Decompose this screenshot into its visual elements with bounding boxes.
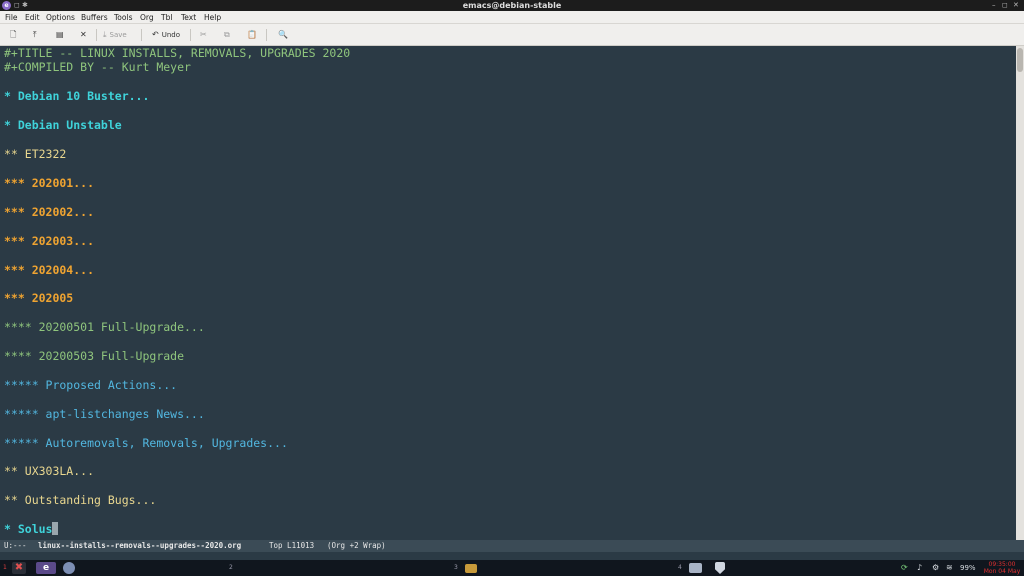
window-thumbnail-icon[interactable]: [689, 563, 702, 573]
org-heading-level-1[interactable]: * Debian Unstable: [4, 118, 122, 132]
menu-options[interactable]: Options: [46, 11, 75, 24]
menu-org[interactable]: Org: [140, 11, 154, 24]
search-button[interactable]: 🔍: [278, 29, 291, 41]
save-icon: ⤓: [103, 30, 107, 39]
minibuffer[interactable]: [0, 552, 1024, 560]
window-titlebar: e ◻ ✱ emacs@debian-stable – ◻ ✕: [0, 0, 1024, 11]
org-heading-level-3[interactable]: *** 202002...: [4, 205, 94, 219]
toolbar-separator: [190, 29, 191, 41]
clock-time: 09:35:00: [988, 561, 1016, 568]
workspace-4-label[interactable]: 4: [678, 560, 682, 576]
org-heading-level-5[interactable]: ***** apt-listchanges News...: [4, 407, 205, 421]
taskbar: 1 ✖ e 2 3 4 ⟳ ♪ ⚙ ≋ 99% 09:35:00 Mon 04 …: [0, 560, 1024, 576]
copy-icon: ⧉: [224, 30, 230, 39]
close-buffer-button[interactable]: ✕: [80, 29, 90, 41]
toolbar-separator: [266, 29, 267, 41]
battery-level[interactable]: 99%: [960, 560, 976, 576]
dired-icon: ▤: [56, 30, 64, 39]
undo-label: Undo: [161, 31, 180, 39]
paste-icon: 📋: [247, 30, 257, 39]
cut-icon: ✂: [200, 30, 207, 39]
org-heading-level-4[interactable]: **** 20200501 Full-Upgrade...: [4, 320, 205, 334]
window-title: emacs@debian-stable: [462, 1, 562, 10]
close-buffer-icon: ✕: [80, 30, 87, 39]
emacs-task-icon[interactable]: e: [36, 562, 56, 574]
menu-file[interactable]: File: [5, 11, 18, 24]
menu-text[interactable]: Text: [181, 11, 196, 24]
clock-date: Mon 04 May: [983, 568, 1021, 575]
wifi-icon[interactable]: ≋: [946, 560, 953, 576]
open-file-button[interactable]: ⤒: [33, 29, 40, 41]
minimize-button[interactable]: –: [992, 0, 996, 11]
save-label: Save: [109, 31, 127, 39]
menu-tbl[interactable]: Tbl: [161, 11, 172, 24]
menu-help[interactable]: Help: [204, 11, 221, 24]
paste-button[interactable]: 📋: [247, 29, 260, 41]
org-heading-level-3[interactable]: *** 202001...: [4, 176, 94, 190]
org-heading-level-1[interactable]: * Debian 10 Buster...: [4, 89, 149, 103]
maximize-button[interactable]: ◻: [1002, 0, 1008, 11]
search-icon: 🔍: [278, 30, 288, 39]
modeline-position: Top L11013: [269, 541, 315, 550]
org-heading-level-3[interactable]: *** 202003...: [4, 234, 94, 248]
tool-bar: 🗋 ⤒ ▤ ✕ ⤓ Save ↶ Undo ✂ ⧉ 📋 🔍: [0, 24, 1024, 46]
org-heading-level-5[interactable]: ***** Proposed Actions...: [4, 378, 177, 392]
menu-tools[interactable]: Tools: [114, 11, 132, 24]
xfce-menu-icon[interactable]: ✖: [12, 562, 26, 574]
vertical-scrollbar[interactable]: [1016, 46, 1024, 540]
org-heading-level-3[interactable]: *** 202004...: [4, 263, 94, 277]
copy-button[interactable]: ⧉: [224, 29, 233, 41]
mode-line: U:--- linux--installs--removals--upgrade…: [0, 540, 1024, 552]
org-heading-level-4[interactable]: **** 20200503 Full-Upgrade: [4, 349, 184, 363]
org-heading-level-5[interactable]: ***** Autoremovals, Removals, Upgrades..…: [4, 436, 288, 450]
shield-icon[interactable]: [715, 562, 725, 574]
modeline-status: U:---: [4, 541, 27, 550]
org-heading-level-3[interactable]: *** 202005: [4, 291, 73, 305]
open-file-icon: ⤒: [33, 30, 37, 39]
volume-icon[interactable]: ♪: [917, 560, 922, 576]
org-heading-level-2[interactable]: ** Outstanding Bugs...: [4, 493, 156, 507]
org-heading-level-2[interactable]: ** ET2322: [4, 147, 66, 161]
close-button[interactable]: ✕: [1013, 0, 1019, 11]
modeline-buffer-name[interactable]: linux--installs--removals--upgrades--202…: [38, 540, 241, 552]
update-tray-icon[interactable]: ⟳: [901, 560, 908, 576]
modeline-modes[interactable]: (Org +2 Wrap): [327, 540, 386, 552]
scrollbar-thumb[interactable]: [1017, 48, 1023, 72]
editor-buffer[interactable]: #+TITLE -- LINUX INSTALLS, REMOVALS, UPG…: [0, 46, 1016, 540]
workspace-2-label[interactable]: 2: [229, 560, 233, 576]
org-heading-current[interactable]: * Solus: [4, 522, 59, 536]
file-manager-icon[interactable]: [465, 564, 477, 573]
save-button[interactable]: ⤓ Save: [103, 29, 127, 41]
screenshot-tray-icon[interactable]: ⚙: [932, 560, 939, 576]
dired-button[interactable]: ▤: [56, 29, 67, 41]
toolbar-separator: [96, 29, 97, 41]
menu-buffers[interactable]: Buffers: [81, 11, 108, 24]
org-heading-level-2[interactable]: ** UX303LA...: [4, 464, 94, 478]
org-title-keyword: #+TITLE -- LINUX INSTALLS, REMOVALS, UPG…: [4, 46, 351, 60]
undo-icon: ↶: [152, 30, 159, 39]
workspace-3-label[interactable]: 3: [454, 560, 458, 576]
clock[interactable]: 09:35:00 Mon 04 May: [982, 561, 1022, 575]
menu-edit[interactable]: Edit: [25, 11, 40, 24]
text-cursor: [52, 522, 59, 535]
cut-button[interactable]: ✂: [200, 29, 210, 41]
new-file-button[interactable]: 🗋: [10, 29, 19, 41]
undo-button[interactable]: ↶ Undo: [152, 29, 180, 41]
org-compiled-keyword: #+COMPILED BY -- Kurt Meyer: [4, 60, 191, 74]
toolbar-separator: [141, 29, 142, 41]
browser-task-icon[interactable]: [63, 562, 75, 574]
new-file-icon: 🗋: [10, 30, 17, 39]
menu-bar: File Edit Options Buffers Tools Org Tbl …: [0, 11, 1024, 24]
org-heading-level-1: * Solus: [4, 522, 53, 536]
workspace-1-label[interactable]: 1: [3, 560, 7, 576]
